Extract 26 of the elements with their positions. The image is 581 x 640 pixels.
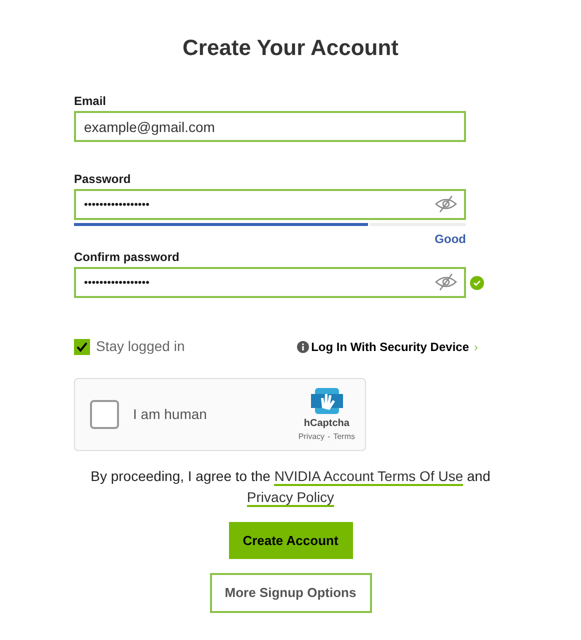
captcha-brand: hCaptcha (304, 417, 350, 431)
security-device-link[interactable]: Log In With Security Device › (297, 338, 478, 356)
captcha-label: I am human (133, 405, 207, 424)
confirm-password-label: Confirm password (74, 249, 180, 263)
privacy-link[interactable]: Privacy (298, 431, 325, 443)
more-signup-options-button[interactable]: More Signup Options (210, 573, 372, 613)
stay-logged-in-label: Stay logged in (96, 337, 185, 356)
page-title: Create Your Account (182, 34, 400, 62)
hand-icon (310, 386, 343, 416)
terms-link[interactable]: NVIDIA Account Terms Of Use (274, 468, 464, 486)
create-account-button[interactable]: Create Account (228, 522, 352, 559)
separator: - (328, 431, 330, 443)
terms-link[interactable]: Terms (333, 431, 355, 443)
confirm-password-field[interactable]: ••••••••••••••••• (74, 267, 466, 298)
strength-label: Good (434, 231, 466, 248)
email-field[interactable]: example@gmail.com (74, 111, 466, 142)
password-label: Password (74, 171, 131, 185)
info-icon (297, 340, 310, 352)
agreement-text: By proceeding, I agree to the NVIDIA Account Terms Of Use and Privacy Policy (90, 467, 492, 508)
captcha-checkbox[interactable] (90, 400, 119, 429)
terms-link[interactable]: Privacy Policy (246, 489, 334, 507)
checkbox[interactable] (74, 338, 90, 354)
password-field[interactable]: ••••••••••••••••• (74, 189, 466, 220)
email-label: Email (74, 93, 106, 107)
eye-slash-icon[interactable] (434, 273, 458, 291)
eye-slash-icon[interactable] (434, 195, 458, 213)
